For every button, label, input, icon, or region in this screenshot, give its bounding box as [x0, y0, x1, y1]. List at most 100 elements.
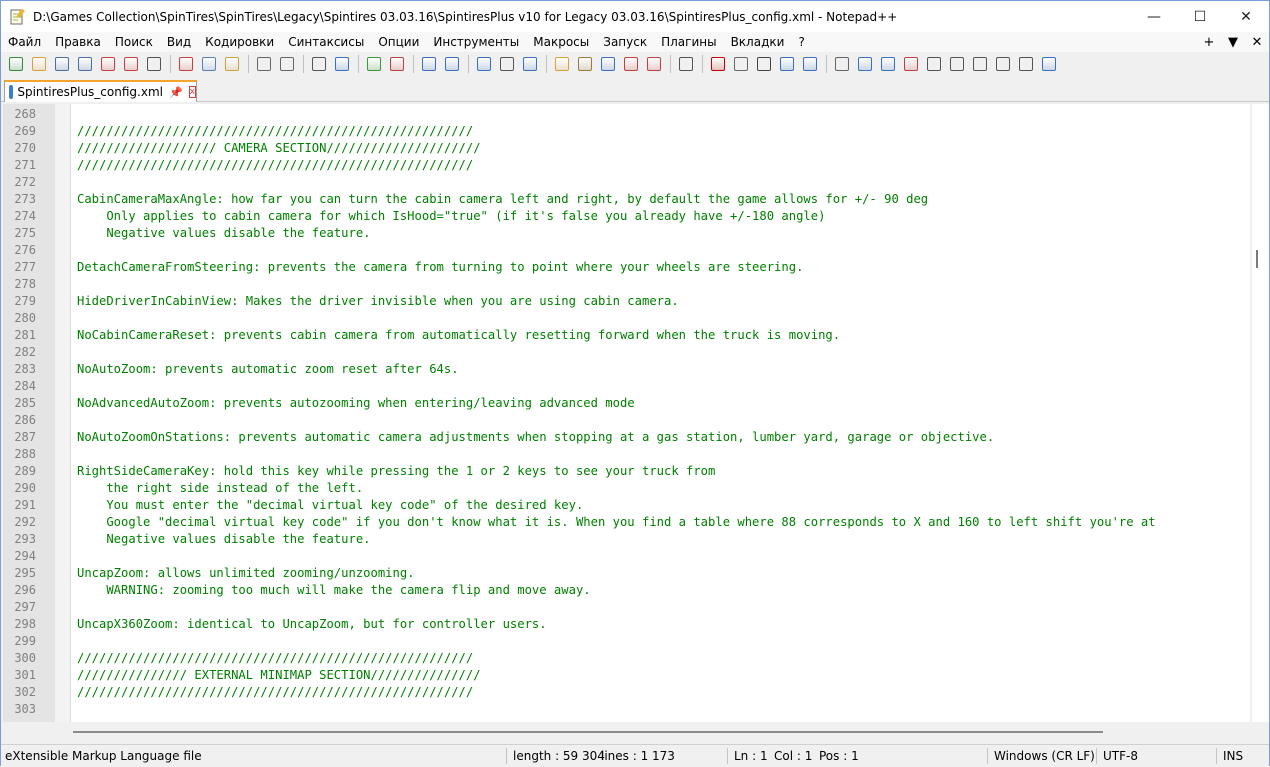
close-icon[interactable]: [97, 53, 119, 75]
editor-line[interactable]: 280: [3, 310, 1250, 327]
save-icon[interactable]: [51, 53, 73, 75]
editor-line[interactable]: 290 the right side instead of the left.: [3, 480, 1250, 497]
close-all-icon[interactable]: [120, 53, 142, 75]
title-bar[interactable]: D:\Games Collection\SpinTires\SpinTires\…: [1, 1, 1269, 32]
stop-macro-icon[interactable]: [730, 53, 752, 75]
fold-icon[interactable]: [923, 53, 945, 75]
menu-help[interactable]: ?: [791, 35, 811, 49]
hide-icon[interactable]: [992, 53, 1014, 75]
editor-line[interactable]: 269 /////////////////////////////////////…: [3, 123, 1250, 140]
editor-line[interactable]: 289 RightSideCameraKey: hold this key whi…: [3, 463, 1250, 480]
monitor-icon[interactable]: [675, 53, 697, 75]
next-icon[interactable]: [877, 53, 899, 75]
clipboard-icon[interactable]: [1015, 53, 1037, 75]
menu-macro[interactable]: Макросы: [526, 35, 596, 49]
split-icon[interactable]: [1038, 53, 1060, 75]
down-icon[interactable]: [969, 53, 991, 75]
menu-language[interactable]: Синтаксисы: [281, 35, 371, 49]
editor-line[interactable]: 295 UncapZoom: allows unlimited zooming/u…: [3, 565, 1250, 582]
new-file-icon[interactable]: [5, 53, 27, 75]
open-file-icon[interactable]: [28, 53, 50, 75]
editor-line[interactable]: 276: [3, 242, 1250, 259]
close-tab-icon[interactable]: x: [188, 86, 196, 98]
editor-line[interactable]: 275 Negative values disable the feature.: [3, 225, 1250, 242]
editor-line[interactable]: 293 Negative values disable the feature.: [3, 531, 1250, 548]
editor-line[interactable]: 279 HideDriverInCabinView: Makes the driv…: [3, 293, 1250, 310]
minimize-button[interactable]: —: [1131, 1, 1177, 32]
menu-search[interactable]: Поиск: [108, 35, 160, 49]
editor-line[interactable]: 281 NoCabinCameraReset: prevents cabin ca…: [3, 327, 1250, 344]
add-tab-button[interactable]: +: [1197, 35, 1221, 50]
zoom-out-icon[interactable]: [386, 53, 408, 75]
editor-line[interactable]: 286: [3, 412, 1250, 429]
editor-line[interactable]: 302 /////////////////////////////////////…: [3, 684, 1250, 701]
editor-line[interactable]: 272: [3, 174, 1250, 191]
pin-icon[interactable]: 📌: [169, 86, 183, 99]
close-doc-button[interactable]: ✕: [1245, 35, 1269, 50]
prev-icon[interactable]: [900, 53, 922, 75]
up-icon[interactable]: [946, 53, 968, 75]
editor-line[interactable]: 299: [3, 633, 1250, 650]
menu-window[interactable]: Вкладки: [724, 35, 792, 49]
horizontal-scroll-thumb[interactable]: [73, 731, 1103, 733]
editor-line[interactable]: 298 UncapX360Zoom: identical to UncapZoom…: [3, 616, 1250, 633]
tab-list-button[interactable]: ▼: [1221, 35, 1245, 50]
editor-line[interactable]: 303: [3, 701, 1250, 718]
editor-line[interactable]: 270 /////////////////// CAMERA SECTION///…: [3, 140, 1250, 157]
menu-settings[interactable]: Опции: [371, 35, 426, 49]
close-window-button[interactable]: ✕: [1223, 1, 1269, 32]
editor-line[interactable]: 284: [3, 378, 1250, 395]
doc-list-icon[interactable]: [643, 53, 665, 75]
menu-encoding[interactable]: Кодировки: [198, 35, 281, 49]
editor-line[interactable]: 291 You must enter the "decimal virtual …: [3, 497, 1250, 514]
redo-icon[interactable]: [276, 53, 298, 75]
copy-icon[interactable]: [198, 53, 220, 75]
editor-line[interactable]: 287 NoAutoZoomOnStations: prevents automa…: [3, 429, 1250, 446]
document-tab[interactable]: SpintiresPlus_config.xml 📌 x: [4, 80, 197, 102]
horizontal-scrollbar[interactable]: [3, 724, 1250, 741]
vertical-scrollbar[interactable]: [1252, 104, 1269, 722]
lang-icon[interactable]: [551, 53, 573, 75]
replace-icon[interactable]: [331, 53, 353, 75]
play-macro-icon[interactable]: [753, 53, 775, 75]
doc-map-icon[interactable]: [574, 53, 596, 75]
editor-line[interactable]: 273 CabinCameraMaxAngle: how far you can …: [3, 191, 1250, 208]
all-chars-icon[interactable]: [496, 53, 518, 75]
text-editor[interactable]: 268 269 //////////////////////////////////…: [3, 104, 1250, 722]
menu-file[interactable]: Файл: [1, 35, 48, 49]
folder-workspace-icon[interactable]: [620, 53, 642, 75]
menu-tools[interactable]: Инструменты: [426, 35, 526, 49]
maximize-button[interactable]: ☐: [1177, 1, 1223, 32]
editor-line[interactable]: 294: [3, 548, 1250, 565]
zoom-in-icon[interactable]: [363, 53, 385, 75]
find-icon[interactable]: [308, 53, 330, 75]
function-list-icon[interactable]: [597, 53, 619, 75]
sync-vertical-icon[interactable]: [418, 53, 440, 75]
editor-line[interactable]: 277 DetachCameraFromSteering: prevents th…: [3, 259, 1250, 276]
editor-line[interactable]: 283 NoAutoZoom: prevents automatic zoom r…: [3, 361, 1250, 378]
editor-line[interactable]: 274 Only applies to cabin camera for whi…: [3, 208, 1250, 225]
editor-line[interactable]: 282: [3, 344, 1250, 361]
indent-guide-icon[interactable]: [519, 53, 541, 75]
editor-line[interactable]: 292 Google "decimal virtual key code" if…: [3, 514, 1250, 531]
undo-icon[interactable]: [253, 53, 275, 75]
save-all-icon[interactable]: [74, 53, 96, 75]
editor-line[interactable]: 297: [3, 599, 1250, 616]
save-macro-icon[interactable]: [799, 53, 821, 75]
sync-horizontal-icon[interactable]: [441, 53, 463, 75]
word-wrap-icon[interactable]: [473, 53, 495, 75]
menu-plugins[interactable]: Плагины: [654, 35, 723, 49]
editor-line[interactable]: 300 /////////////////////////////////////…: [3, 650, 1250, 667]
cut-icon[interactable]: [175, 53, 197, 75]
editor-line[interactable]: 271 /////////////////////////////////////…: [3, 157, 1250, 174]
menu-run[interactable]: Запуск: [596, 35, 654, 49]
editor-line[interactable]: 285 NoAdvancedAutoZoom: prevents autozoom…: [3, 395, 1250, 412]
print-icon[interactable]: [143, 53, 165, 75]
insert-icon[interactable]: [831, 53, 853, 75]
menu-view[interactable]: Вид: [160, 35, 198, 49]
editor-line[interactable]: 301 /////////////// EXTERNAL MINIMAP SECT…: [3, 667, 1250, 684]
editor-line[interactable]: 288: [3, 446, 1250, 463]
editor-line[interactable]: 268: [3, 106, 1250, 123]
record-macro-icon[interactable]: [707, 53, 729, 75]
paste-icon[interactable]: [221, 53, 243, 75]
